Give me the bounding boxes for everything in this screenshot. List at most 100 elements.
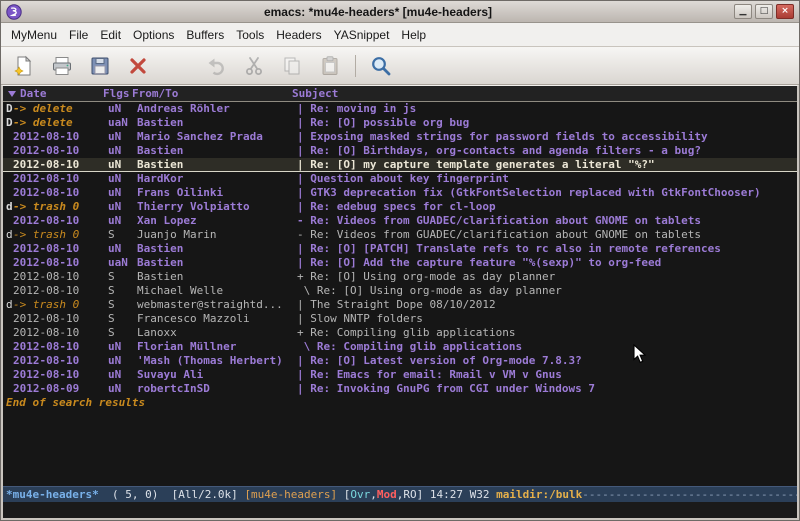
message-from: Andreas Röhler: [137, 102, 297, 116]
message-row[interactable]: 2012-08-10SBastien+ Re: [O] Using org-mo…: [3, 270, 797, 284]
end-of-results: End of search results: [3, 396, 797, 410]
menu-buffers[interactable]: Buffers: [180, 24, 230, 46]
column-header-subject[interactable]: Subject: [292, 87, 797, 100]
message-subject: | GTK3 deprecation fix (GtkFontSelection…: [297, 186, 797, 200]
message-date: -> delete: [13, 102, 108, 116]
column-header-date[interactable]: Date: [6, 87, 103, 100]
message-from: robertcInSD: [137, 382, 297, 396]
message-subject: \ Re: Compiling glib applications: [297, 340, 797, 354]
message-from: webmaster@straightd...: [137, 298, 297, 312]
message-mark: [6, 270, 13, 284]
menu-help[interactable]: Help: [395, 24, 432, 46]
toolbar-separator: [355, 55, 356, 77]
menu-tools[interactable]: Tools: [230, 24, 270, 46]
header-line: Date Flgs From/To Subject: [3, 86, 797, 102]
modeline-segment-plain: ]: [417, 488, 430, 501]
printer-icon[interactable]: [49, 53, 75, 79]
message-row[interactable]: D-> deleteuNAndreas Röhler| Re: moving i…: [3, 102, 797, 116]
message-mark: [6, 256, 13, 270]
message-date: 2012-08-10: [13, 284, 108, 298]
emacs-window: emacs: *mu4e-headers* [mu4e-headers] ▁□×…: [0, 0, 800, 521]
message-row[interactable]: 2012-08-10uNXan Lopez- Re: Videos from G…: [3, 214, 797, 228]
message-subject: \ Re: [O] Using org-mode as day planner: [297, 284, 797, 298]
menu-yasnippet[interactable]: YASnippet: [328, 24, 396, 46]
message-subject: + Re: Compiling glib applications: [297, 326, 797, 340]
menu-mymenu[interactable]: MyMenu: [5, 24, 63, 46]
close-button[interactable]: ×: [776, 4, 794, 19]
menu-bar: MyMenuFileEditOptionsBuffersToolsHeaders…: [1, 23, 799, 47]
message-mark: [6, 144, 13, 158]
message-date: 2012-08-10: [13, 326, 108, 340]
message-row[interactable]: 2012-08-10uNBastien| Re: [O] [PATCH] Tra…: [3, 242, 797, 256]
message-row[interactable]: 2012-08-10uNBastien| Re: [O] my capture …: [3, 158, 797, 172]
message-from: Juanjo Marin: [137, 228, 297, 242]
menu-edit[interactable]: Edit: [94, 24, 127, 46]
modeline-segment-buffer: *mu4e-headers*: [6, 488, 99, 501]
sort-descending-icon: [8, 91, 16, 97]
message-subject: | Re: [O] my capture template generates …: [297, 158, 797, 171]
message-row[interactable]: d-> trash 0SJuanjo Marin- Re: Videos fro…: [3, 228, 797, 242]
message-date: 2012-08-09: [13, 382, 108, 396]
message-from: Thierry Volpiatto: [137, 200, 297, 214]
modeline-segment-dash: ----------------------------------------: [582, 488, 797, 501]
column-header-from[interactable]: From/To: [132, 87, 292, 100]
message-row[interactable]: 2012-08-10uNMario Sanchez Prada| Exposin…: [3, 130, 797, 144]
titlebar[interactable]: emacs: *mu4e-headers* [mu4e-headers] ▁□×: [1, 1, 799, 23]
message-date: 2012-08-10: [13, 144, 108, 158]
message-date: 2012-08-10: [13, 130, 108, 144]
message-row[interactable]: 2012-08-10SFrancesco Mazzoli| Slow NNTP …: [3, 312, 797, 326]
message-date: 2012-08-10: [13, 158, 108, 171]
message-flags: S: [108, 270, 137, 284]
message-flags: uN: [108, 158, 137, 171]
message-row[interactable]: D-> deleteuaNBastien| Re: [O] possible o…: [3, 116, 797, 130]
message-from: Michael Welle: [137, 284, 297, 298]
undo-icon: [203, 53, 229, 79]
frame-body: Date Flgs From/To Subject D-> deleteuNAn…: [1, 85, 799, 520]
message-subject: | Re: [O] Birthdays, org-contacts and ag…: [297, 144, 797, 158]
message-subject: | Re: Emacs for email: Rmail v VM v Gnus: [297, 368, 797, 382]
message-date: 2012-08-10: [13, 312, 108, 326]
message-mark: [6, 130, 13, 144]
message-row[interactable]: 2012-08-10uNFrans Oilinki| GTK3 deprecat…: [3, 186, 797, 200]
message-subject: | Re: [O] Add the capture feature "%(sex…: [297, 256, 797, 270]
message-subject: | Question about key fingerprint: [297, 172, 797, 186]
message-row[interactable]: 2012-08-10uNBastien| Re: [O] Birthdays, …: [3, 144, 797, 158]
message-flags: uN: [108, 242, 137, 256]
message-row[interactable]: 2012-08-09uNrobertcInSD| Re: Invoking Gn…: [3, 382, 797, 396]
menu-options[interactable]: Options: [127, 24, 180, 46]
save-icon[interactable]: [87, 53, 113, 79]
message-row[interactable]: 2012-08-10uaNBastien| Re: [O] Add the ca…: [3, 256, 797, 270]
message-row[interactable]: 2012-08-10uNSuvayu Ali| Re: Emacs for em…: [3, 368, 797, 382]
message-row[interactable]: d-> trash 0uNThierry Volpiatto| Re: edeb…: [3, 200, 797, 214]
message-mark: [6, 382, 13, 396]
message-mark: [6, 368, 13, 382]
minimize-button[interactable]: ▁: [734, 4, 752, 19]
maximize-button[interactable]: □: [755, 4, 773, 19]
menu-file[interactable]: File: [63, 24, 94, 46]
new-file-icon[interactable]: [11, 53, 37, 79]
echo-area: [3, 502, 797, 518]
message-row[interactable]: 2012-08-10uNFlorian Müllner \ Re: Compil…: [3, 340, 797, 354]
message-from: Bastien: [137, 158, 297, 171]
message-from: Bastien: [137, 116, 297, 130]
column-header-flags[interactable]: Flgs: [103, 87, 132, 100]
message-subject: | Re: edebug specs for cl-loop: [297, 200, 797, 214]
message-date: 2012-08-10: [13, 368, 108, 382]
buffer-area: Date Flgs From/To Subject D-> deleteuNAn…: [3, 86, 797, 486]
message-row[interactable]: 2012-08-10uNHardKor| Question about key …: [3, 172, 797, 186]
message-row[interactable]: 2012-08-10SMichael Welle \ Re: [O] Using…: [3, 284, 797, 298]
message-flags: S: [108, 326, 137, 340]
message-date: -> trash 0: [13, 298, 108, 312]
menu-headers[interactable]: Headers: [270, 24, 327, 46]
message-row[interactable]: 2012-08-10uN'Mash (Thomas Herbert)| Re: …: [3, 354, 797, 368]
modeline-segment-plain: [: [344, 488, 351, 501]
close-buffer-icon[interactable]: [125, 53, 151, 79]
message-flags: uN: [108, 214, 137, 228]
modeline-segment-plain: ,: [397, 488, 404, 501]
message-row[interactable]: 2012-08-10SLanoxx+ Re: Compiling glib ap…: [3, 326, 797, 340]
message-subject: - Re: Videos from GUADEC/clarification a…: [297, 214, 797, 228]
message-from: Florian Müllner: [137, 340, 297, 354]
search-icon[interactable]: [368, 53, 394, 79]
message-row[interactable]: d-> trash 0Swebmaster@straightd...| The …: [3, 298, 797, 312]
paste-icon: [317, 53, 343, 79]
